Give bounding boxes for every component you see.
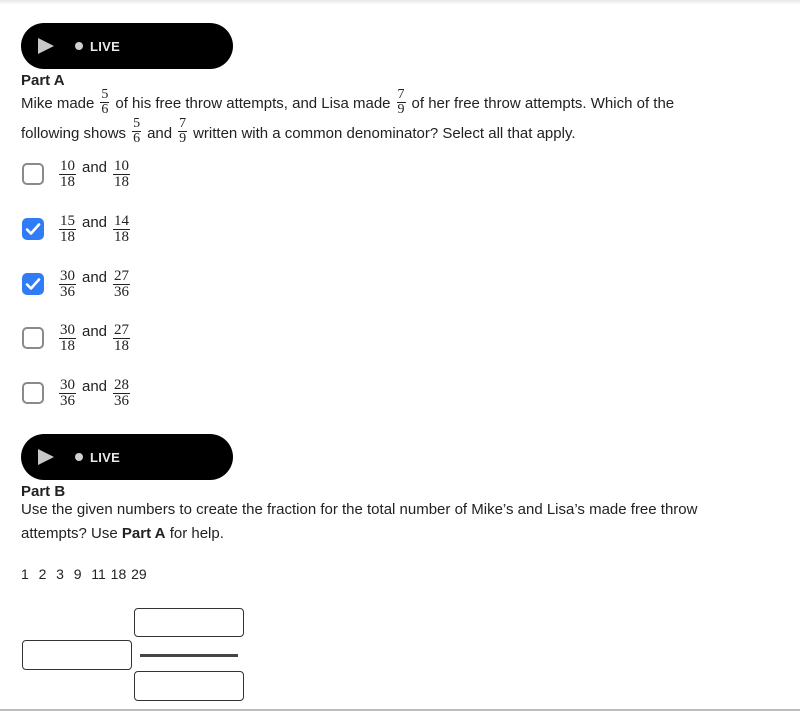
option-content: 10 18 and 10 18 (59, 157, 131, 190)
checkbox[interactable] (22, 382, 44, 404)
numerator: 10 (59, 157, 76, 175)
live-label: LIVE (90, 449, 121, 465)
option-content: 30 36 and 27 36 (59, 267, 131, 300)
denominator: 18 (114, 337, 130, 354)
denominator: 36 (114, 283, 130, 300)
fraction: 28 36 (113, 376, 131, 409)
question-text: written with a common denominator? Selec… (193, 124, 576, 142)
fraction: 27 36 (113, 267, 131, 300)
fraction: 10 18 (113, 157, 131, 190)
answer-option[interactable]: 10 18 and 10 18 (22, 157, 131, 191)
fraction-5-6: 56 (132, 116, 142, 147)
play-icon (38, 38, 54, 54)
numerator: 28 (113, 376, 131, 394)
live-dot-icon (75, 453, 83, 461)
numerator: 27 (113, 321, 131, 339)
numerator: 14 (113, 212, 131, 230)
answer-option[interactable]: 30 36 and 28 36 (22, 376, 131, 410)
question-bold-text: Part A (121, 525, 166, 542)
option-content: 30 36 and 28 36 (59, 376, 131, 409)
number-bank: 1 2 3 9 11 18 29 (21, 566, 147, 582)
whole-number-input[interactable] (22, 640, 132, 670)
denominator: 18 (114, 173, 130, 190)
part-b-question: Use the given numbers to create the frac… (21, 498, 711, 546)
part-a-title: Part A (21, 72, 65, 89)
question-text: of his free throw attempts, and Lisa mad… (115, 95, 391, 112)
numerator: 5 (100, 86, 110, 103)
and-text: and (82, 377, 108, 395)
live-audio-button-part-b[interactable]: LIVE (21, 434, 233, 480)
numerator: 15 (59, 212, 76, 230)
fraction: 10 18 (59, 157, 76, 190)
fraction: 15 18 (59, 212, 76, 245)
answer-option[interactable]: 30 18 and 27 18 (22, 321, 131, 355)
denominator: 18 (60, 337, 75, 354)
denominator: 9 (397, 101, 405, 117)
and-text: and (82, 213, 108, 231)
top-edge-shadow (0, 0, 800, 5)
denominator: 18 (114, 228, 130, 245)
option-content: 15 18 and 14 18 (59, 212, 131, 245)
numerator: 30 (59, 376, 76, 394)
denominator: 9 (179, 131, 187, 147)
fraction-7-9: 79 (396, 86, 406, 117)
numerator: 10 (113, 157, 131, 175)
numerator: 7 (396, 86, 406, 103)
answer-option[interactable]: 15 18 and 14 18 (22, 212, 131, 246)
denominator: 36 (60, 283, 75, 300)
denominator: 6 (133, 131, 141, 147)
question-text: Mike made (21, 95, 95, 112)
fraction: 14 18 (113, 212, 131, 245)
denominator: 18 (60, 173, 75, 190)
and-text: and (82, 158, 108, 176)
live-dot-icon (75, 42, 83, 50)
fraction-bar (140, 654, 238, 657)
numerator-input[interactable] (134, 608, 244, 637)
live-label: LIVE (90, 38, 121, 54)
and-text: and (82, 268, 108, 286)
denominator: 18 (60, 228, 75, 245)
and-text: and (82, 322, 108, 340)
numerator: 30 (59, 267, 76, 285)
checkbox[interactable] (22, 273, 44, 295)
part-a-question: Mike made 5 6 of his free throw attempts, a… (21, 86, 721, 148)
denominator: 6 (101, 101, 109, 117)
numerator: 7 (178, 116, 188, 133)
answer-option[interactable]: 30 36 and 27 36 (22, 267, 131, 301)
question-text: and (147, 124, 173, 142)
checkmark-icon (25, 223, 41, 235)
fraction: 30 36 (59, 267, 76, 300)
checkbox[interactable] (22, 327, 44, 349)
checkbox[interactable] (22, 163, 44, 185)
fraction-7-9: 79 (178, 116, 188, 147)
fraction-5-6: 56 (100, 86, 110, 117)
option-content: 30 18 and 27 18 (59, 321, 131, 354)
numerator: 30 (59, 321, 76, 339)
play-icon (38, 449, 54, 465)
question-text: for help. (169, 525, 224, 542)
numerator: 27 (113, 267, 131, 285)
denominator-input[interactable] (134, 671, 244, 701)
fraction: 27 18 (113, 321, 131, 354)
denominator: 36 (114, 392, 130, 409)
live-audio-button-part-a[interactable]: LIVE (21, 23, 233, 69)
fraction: 30 18 (59, 321, 76, 354)
checkmark-icon (25, 278, 41, 290)
checkbox[interactable] (22, 218, 44, 240)
denominator: 36 (60, 392, 75, 409)
fraction: 30 36 (59, 376, 76, 409)
numerator: 5 (132, 116, 142, 133)
